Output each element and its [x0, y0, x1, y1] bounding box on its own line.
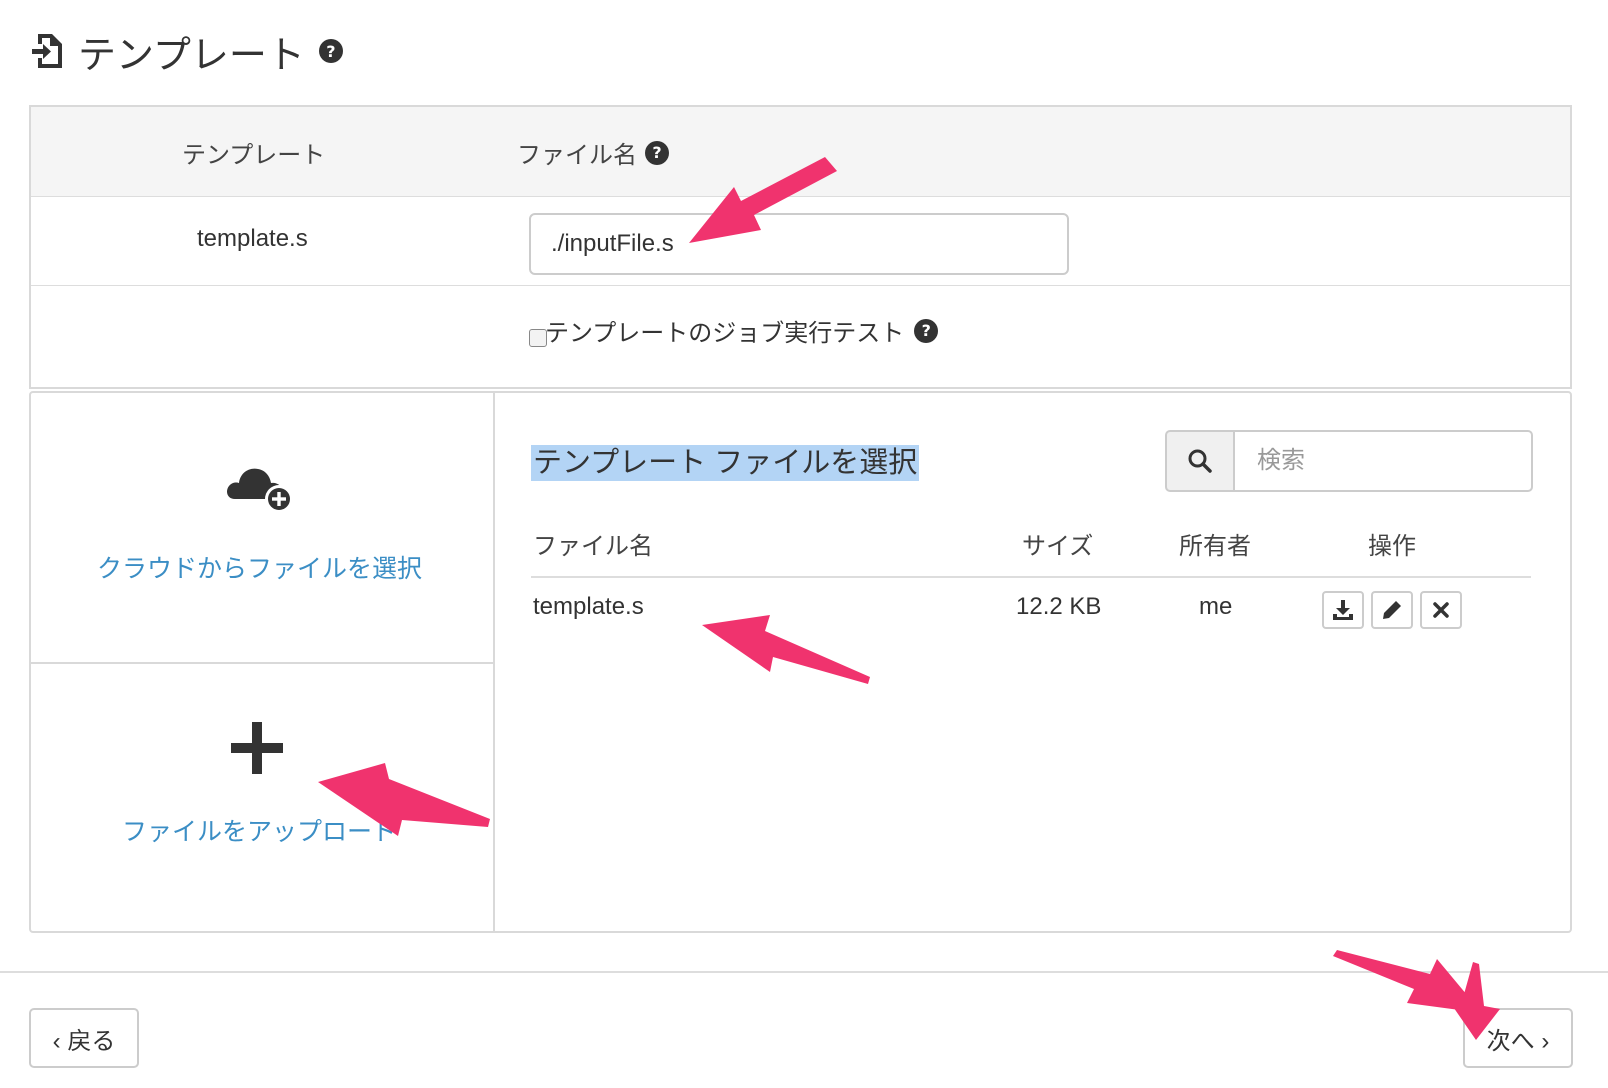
- column-header-owner: 所有者: [1179, 533, 1251, 560]
- source-options: クラウドからファイルを選択 ファイルをアップロード: [31, 393, 495, 931]
- delete-button[interactable]: [1420, 591, 1462, 629]
- template-mapping-panel: テンプレート ファイル名 ? template.s テンプレートのジョブ実行テス…: [29, 105, 1572, 389]
- edit-button[interactable]: [1371, 591, 1413, 629]
- cloud-select-link[interactable]: クラウドからファイルを選択: [97, 549, 422, 585]
- column-header-size: サイズ: [1022, 533, 1094, 560]
- filename-input[interactable]: [529, 213, 1069, 275]
- download-icon: [1333, 600, 1353, 620]
- upload-option[interactable]: ファイルをアップロード: [31, 664, 495, 931]
- search-input[interactable]: [1233, 430, 1533, 492]
- table-header: テンプレート ファイル名 ?: [31, 107, 1570, 197]
- file-name-cell[interactable]: template.s: [533, 593, 644, 621]
- file-selection-panel: クラウドからファイルを選択 ファイルをアップロード テンプレート ファイルを選択…: [29, 391, 1572, 933]
- search-button[interactable]: [1165, 430, 1235, 492]
- help-icon[interactable]: ?: [914, 318, 939, 343]
- search-icon: [1188, 449, 1212, 473]
- cloud-select-option[interactable]: クラウドからファイルを選択: [31, 393, 495, 662]
- column-header-template: テンプレート: [182, 142, 326, 169]
- help-icon[interactable]: ?: [318, 39, 343, 63]
- job-test-label: テンプレートのジョブ実行テスト: [545, 320, 905, 347]
- file-selector-title: テンプレート ファイルを選択: [531, 445, 920, 481]
- pencil-icon: [1383, 601, 1401, 619]
- file-owner-cell: me: [1199, 593, 1233, 620]
- column-header-filename: ファイル名 ?: [517, 135, 669, 170]
- template-name: template.s: [197, 225, 308, 252]
- footer-divider: [0, 971, 1608, 973]
- help-icon[interactable]: ?: [645, 140, 669, 165]
- column-header-filename: ファイル名: [533, 533, 653, 560]
- file-import-icon: [32, 34, 62, 68]
- column-header-actions: 操作: [1368, 533, 1416, 560]
- back-button[interactable]: ‹ 戻る: [29, 1008, 139, 1068]
- job-test-label-wrap: テンプレートのジョブ実行テスト ?: [545, 313, 939, 348]
- next-button[interactable]: 次へ ›: [1463, 1008, 1573, 1068]
- table-header-divider: [531, 576, 1531, 578]
- cloud-plus-icon: [227, 468, 293, 513]
- page-header: テンプレート ?: [30, 26, 343, 77]
- upload-link[interactable]: ファイルをアップロード: [122, 812, 397, 848]
- annotation-arrow: [1333, 950, 1482, 1013]
- column-header-filename-label: ファイル名: [517, 142, 637, 169]
- close-icon: [1433, 602, 1449, 618]
- row-divider: [31, 285, 1570, 286]
- download-button[interactable]: [1322, 591, 1364, 629]
- file-size-cell: 12.2 KB: [1016, 593, 1102, 620]
- plus-icon: [231, 722, 283, 774]
- page-title: テンプレート: [78, 34, 305, 77]
